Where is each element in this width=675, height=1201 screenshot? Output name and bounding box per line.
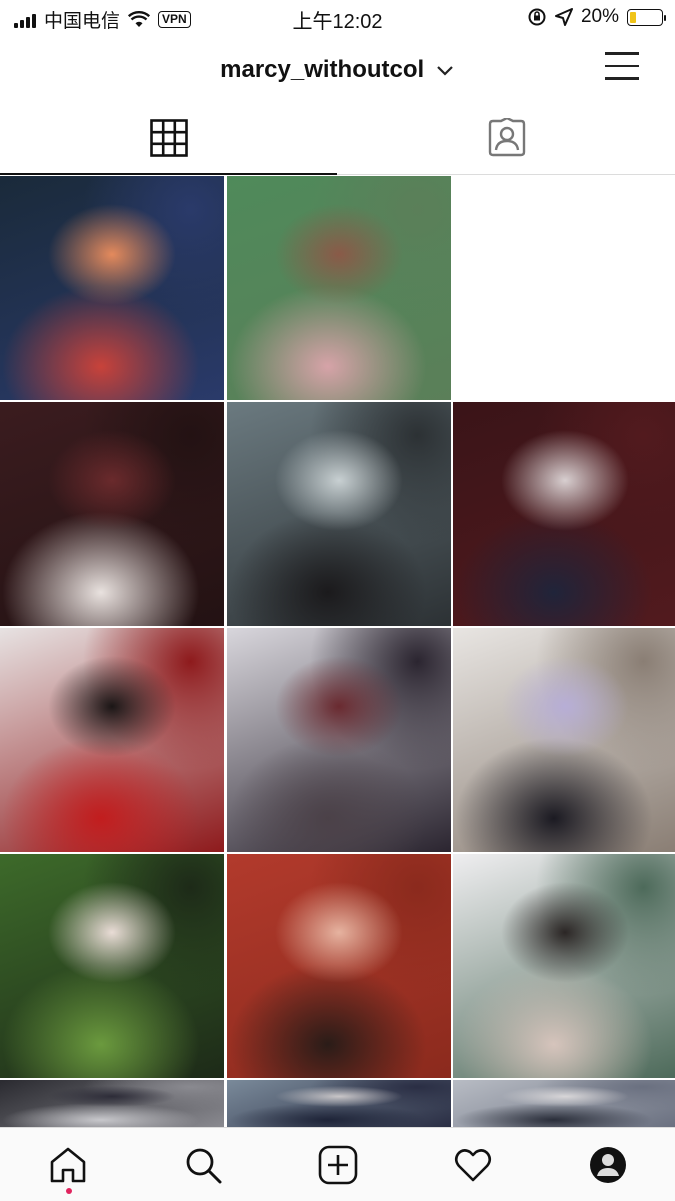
photo-thumbnail[interactable]: [227, 176, 451, 400]
photo-thumbnail[interactable]: [453, 1080, 675, 1127]
add-post-icon: [318, 1145, 357, 1184]
nav-profile[interactable]: [540, 1128, 675, 1201]
menu-button[interactable]: [605, 52, 639, 82]
heart-icon: [454, 1148, 491, 1181]
nav-home[interactable]: [0, 1128, 135, 1201]
battery-percent: 20%: [580, 6, 619, 27]
chevron-down-icon: [437, 65, 453, 76]
home-notification-dot: [66, 1188, 72, 1194]
photo-thumbnail[interactable]: [453, 854, 675, 1078]
photo-thumbnail[interactable]: [453, 628, 675, 852]
tab-grid[interactable]: [0, 102, 337, 175]
nav-new-post[interactable]: [270, 1128, 405, 1201]
account-switcher[interactable]: marcy_withoutcol: [0, 56, 675, 84]
username: marcy_withoutcol: [220, 56, 425, 83]
photo-thumbnail[interactable]: [227, 628, 451, 852]
search-icon: [186, 1148, 221, 1183]
photo-thumbnail[interactable]: [227, 1080, 451, 1127]
tagged-person-icon: [488, 118, 525, 157]
home-icon: [50, 1147, 85, 1182]
bottom-nav: [0, 1127, 675, 1201]
battery-level: [630, 11, 636, 23]
photo-thumbnail[interactable]: [453, 402, 675, 626]
status-bar: 中国电信 VPN 上午12:02 20%: [0, 0, 675, 34]
battery-icon: [627, 8, 666, 26]
active-tab-indicator: [0, 173, 337, 175]
nav-activity[interactable]: [405, 1128, 540, 1201]
photo-thumbnail[interactable]: [453, 176, 675, 400]
photo-thumbnail[interactable]: [0, 176, 224, 400]
profile-header: marcy_withoutcol: [0, 34, 675, 102]
location-icon: [554, 8, 573, 26]
photo-thumbnail[interactable]: [0, 1080, 224, 1127]
rotation-lock-icon: [528, 8, 546, 26]
grid-icon: [149, 119, 188, 157]
photo-thumbnail[interactable]: [0, 402, 224, 626]
photo-thumbnail[interactable]: [227, 854, 451, 1078]
photo-thumbnail[interactable]: [227, 402, 451, 626]
profile-avatar-icon: [589, 1146, 626, 1183]
photo-thumbnail[interactable]: [0, 854, 224, 1078]
tab-tagged[interactable]: [338, 102, 675, 174]
photo-thumbnail[interactable]: [0, 628, 224, 852]
profile-tabs: [0, 102, 675, 175]
nav-search[interactable]: [135, 1128, 270, 1201]
